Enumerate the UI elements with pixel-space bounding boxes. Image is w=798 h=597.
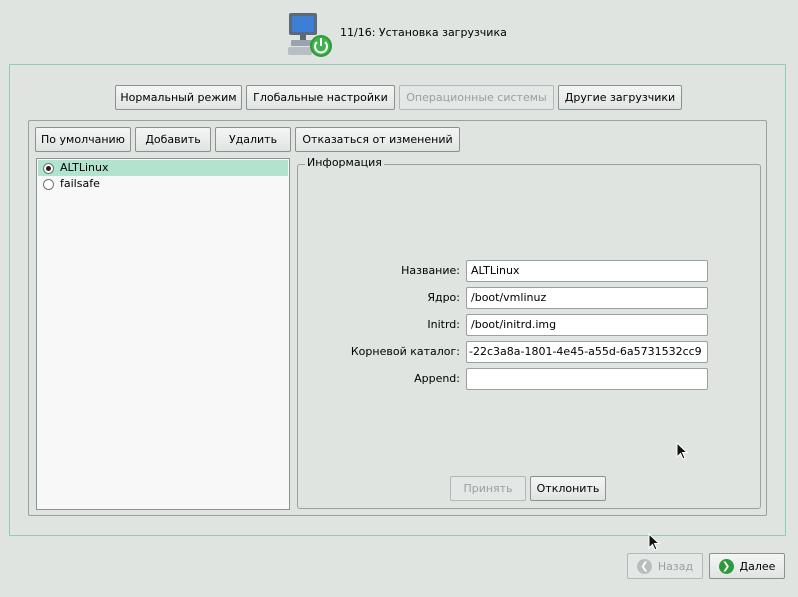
next-label: Далее — [739, 559, 776, 573]
root-dir-field[interactable]: -22c3a8a-1801-4e45-a55d-6a5731532cc9 — [466, 341, 708, 363]
apply-button[interactable]: Принять — [450, 476, 526, 501]
back-button[interactable]: ❮ Назад — [627, 553, 703, 579]
kernel-field[interactable]: /boot/vmlinuz — [466, 287, 708, 309]
list-item[interactable]: ALTLinux — [38, 160, 288, 176]
add-button[interactable]: Добавить — [135, 127, 211, 152]
entry-label: failsafe — [60, 177, 100, 190]
tab-other-loaders[interactable]: Другие загрузчики — [558, 85, 682, 110]
mouse-cursor-icon — [676, 441, 689, 463]
remove-button[interactable]: Удалить — [215, 127, 291, 152]
radio-button[interactable] — [43, 179, 54, 190]
entry-label: ALTLinux — [60, 161, 109, 174]
boot-entries-list[interactable]: ALTLinux failsafe — [36, 158, 290, 510]
info-legend: Информация — [305, 156, 384, 169]
list-item[interactable]: failsafe — [38, 176, 288, 192]
back-label: Назад — [657, 559, 694, 573]
default-button[interactable]: По умолчанию — [35, 127, 131, 152]
root-dir-label: Корневой каталог: — [350, 345, 460, 358]
next-button[interactable]: ❯ Далее — [709, 553, 785, 579]
name-field[interactable]: ALTLinux — [466, 260, 708, 282]
reject-button[interactable]: Отклонить — [530, 476, 606, 501]
append-field[interactable] — [466, 368, 708, 390]
info-groupbox — [297, 164, 761, 509]
kernel-label: Ядро: — [427, 291, 460, 304]
page-title: 11/16: Установка загрузчика — [340, 26, 507, 39]
initrd-label: Initrd: — [427, 318, 460, 331]
initrd-field[interactable]: /boot/initrd.img — [466, 314, 708, 336]
radio-button[interactable] — [43, 163, 54, 174]
tab-global-settings[interactable]: Глобальные настройки — [246, 85, 395, 110]
arrow-right-icon: ❯ — [718, 558, 734, 574]
arrow-left-icon: ❮ — [636, 558, 652, 574]
tab-operating-systems[interactable]: Операционные системы — [399, 85, 554, 110]
installer-logo — [286, 9, 334, 59]
mouse-cursor-icon — [648, 532, 661, 554]
tab-normal-mode[interactable]: Нормальный режим — [115, 85, 242, 110]
name-label: Название: — [401, 264, 460, 277]
revert-button[interactable]: Отказаться от изменений — [295, 127, 460, 152]
append-label: Append: — [414, 372, 460, 385]
